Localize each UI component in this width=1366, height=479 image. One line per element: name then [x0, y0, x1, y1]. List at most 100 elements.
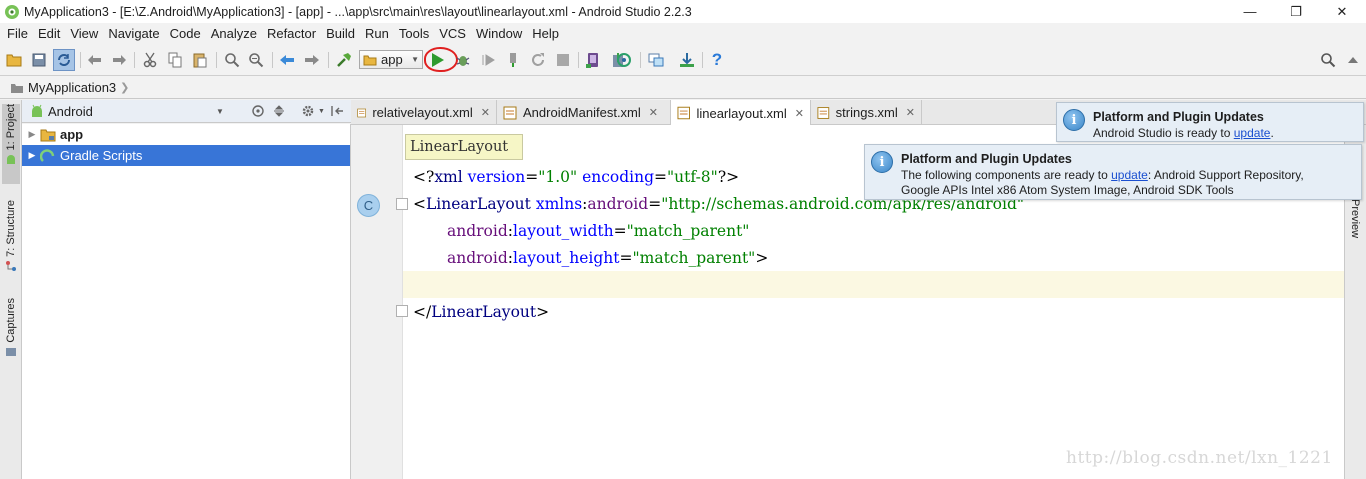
tab-relativelayout-xml[interactable]: relativelayout.xml ✕ — [351, 100, 497, 125]
menu-tools[interactable]: Tools — [394, 23, 434, 44]
tab-structure[interactable]: 7: Structure — [2, 200, 20, 278]
run-configuration-label: app — [381, 52, 403, 67]
gear-icon[interactable] — [301, 104, 315, 118]
project-tree: ▶ app ▶ Gradle Scripts — [22, 124, 351, 479]
notification-title: Platform and Plugin Updates — [1093, 110, 1264, 124]
code-line: </LinearLayout> — [413, 303, 550, 321]
editor-gutter: C — [351, 125, 408, 479]
notification-body: Android Studio is ready to update. — [1093, 126, 1274, 140]
close-icon[interactable]: ✕ — [795, 107, 804, 120]
paste-icon[interactable] — [191, 51, 209, 69]
collapse-all-icon[interactable] — [272, 104, 286, 118]
tab-preview[interactable]: Preview — [1349, 199, 1361, 238]
forward-icon[interactable] — [303, 51, 321, 69]
update-link[interactable]: update — [1234, 126, 1271, 140]
open-folder-icon[interactable] — [5, 51, 23, 69]
run-configuration-select[interactable]: app ▼ — [359, 50, 423, 69]
sync-gradle-icon[interactable] — [615, 51, 633, 69]
run-highlight-annotation — [424, 47, 458, 72]
search-everywhere-icon[interactable] — [1319, 51, 1337, 69]
class-marker-icon[interactable]: C — [357, 194, 380, 217]
fold-icon[interactable] — [396, 198, 408, 210]
tab-project-label: 1: Project — [5, 104, 17, 151]
find-icon[interactable] — [223, 51, 241, 69]
fold-icon[interactable] — [396, 305, 408, 317]
save-icon[interactable] — [30, 51, 48, 69]
close-icon[interactable]: ✕ — [906, 106, 915, 119]
avd-manager-icon[interactable] — [584, 51, 602, 69]
android-device-monitor-icon[interactable] — [678, 51, 696, 69]
menu-edit[interactable]: Edit — [33, 23, 65, 44]
menu-refactor[interactable]: Refactor — [262, 23, 321, 44]
project-view-select[interactable]: Android — [48, 104, 93, 119]
sync-icon[interactable] — [53, 49, 75, 71]
gear-dropdown-icon[interactable]: ▼ — [318, 108, 325, 115]
tab-label: linearlayout.xml — [696, 105, 787, 121]
stop-icon[interactable] — [554, 51, 572, 69]
close-icon[interactable]: ✕ — [649, 106, 658, 119]
tab-androidmanifest-xml[interactable]: AndroidManifest.xml ✕ — [497, 100, 671, 125]
tab-strings-xml[interactable]: strings.xml ✕ — [811, 100, 922, 125]
tab-linearlayout-xml[interactable]: linearlayout.xml ✕ — [671, 100, 811, 126]
menu-code[interactable]: Code — [165, 23, 206, 44]
hide-panel-icon[interactable] — [330, 104, 344, 118]
update-link[interactable]: update — [1111, 168, 1148, 182]
make-project-icon[interactable] — [335, 51, 353, 69]
back-icon[interactable] — [278, 51, 296, 69]
attach-debugger-icon[interactable] — [479, 51, 497, 69]
project-folder-icon — [11, 83, 23, 93]
android-icon — [7, 155, 15, 165]
notification-balloon[interactable]: i Platform and Plugin Updates The follow… — [864, 144, 1362, 200]
tree-item-label: Gradle Scripts — [60, 148, 143, 163]
expand-arrow-icon[interactable]: ▶ — [24, 150, 40, 161]
menu-build[interactable]: Build — [321, 23, 360, 44]
help-icon[interactable]: ? — [708, 50, 726, 69]
scroll-from-source-icon[interactable] — [251, 104, 265, 118]
menu-file[interactable]: File — [2, 23, 33, 44]
replace-icon[interactable] — [247, 51, 265, 69]
tree-item-gradle-scripts[interactable]: ▶ Gradle Scripts — [22, 145, 350, 166]
tab-project[interactable]: 1: Project — [2, 104, 20, 184]
left-tool-strip: 1: Project 7: Structure Captures — [0, 100, 22, 479]
window-title: MyApplication3 - [E:\Z.Android\MyApplica… — [24, 4, 692, 19]
maximize-button[interactable]: ❐ — [1273, 0, 1319, 23]
module-icon — [363, 55, 377, 65]
main-toolbar: app ▼ ? — [0, 44, 1366, 76]
rerun-icon[interactable] — [529, 51, 547, 69]
close-icon[interactable]: ✕ — [481, 106, 490, 119]
breadcrumb-project[interactable]: MyApplication3 — [28, 80, 116, 95]
module-folder-icon — [40, 129, 56, 141]
expand-arrow-icon[interactable]: ▶ — [24, 129, 40, 140]
tree-item-app[interactable]: ▶ app — [22, 124, 350, 145]
menu-analyze[interactable]: Analyze — [206, 23, 262, 44]
info-icon: i — [1063, 109, 1085, 131]
breadcrumb: MyApplication3 ❯ — [0, 77, 1366, 99]
chevron-down-icon[interactable]: ▼ — [216, 107, 224, 116]
menu-view[interactable]: View — [65, 23, 103, 44]
tab-captures[interactable]: Captures — [2, 298, 20, 360]
scroll-up-icon[interactable] — [1344, 51, 1362, 69]
close-window-button[interactable]: ✕ — [1319, 0, 1365, 23]
notification-balloon[interactable]: i Platform and Plugin Updates Android St… — [1056, 102, 1364, 142]
menu-vcs[interactable]: VCS — [434, 23, 471, 44]
menu-help[interactable]: Help — [527, 23, 564, 44]
project-structure-icon[interactable] — [647, 51, 665, 69]
tab-structure-label: 7: Structure — [5, 200, 17, 257]
android-studio-icon — [5, 4, 19, 19]
watermark: http://blog.csdn.net/lxn_1221 — [1066, 448, 1333, 468]
menu-navigate[interactable]: Navigate — [103, 23, 164, 44]
debug-icon[interactable] — [454, 51, 472, 69]
code-line: android:layout_width="match_parent" — [447, 222, 750, 240]
values-file-icon — [817, 106, 830, 119]
layout-file-icon — [357, 108, 367, 117]
menu-window[interactable]: Window — [471, 23, 527, 44]
redo-icon[interactable] — [110, 51, 128, 69]
copy-icon[interactable] — [166, 51, 184, 69]
cut-icon[interactable] — [141, 51, 159, 69]
apply-changes-icon[interactable] — [504, 51, 522, 69]
menu-run[interactable]: Run — [360, 23, 394, 44]
undo-icon[interactable] — [86, 51, 104, 69]
tag-tooltip: LinearLayout — [405, 134, 523, 160]
tab-captures-label: Captures — [5, 298, 17, 343]
minimize-button[interactable]: — — [1227, 0, 1273, 23]
